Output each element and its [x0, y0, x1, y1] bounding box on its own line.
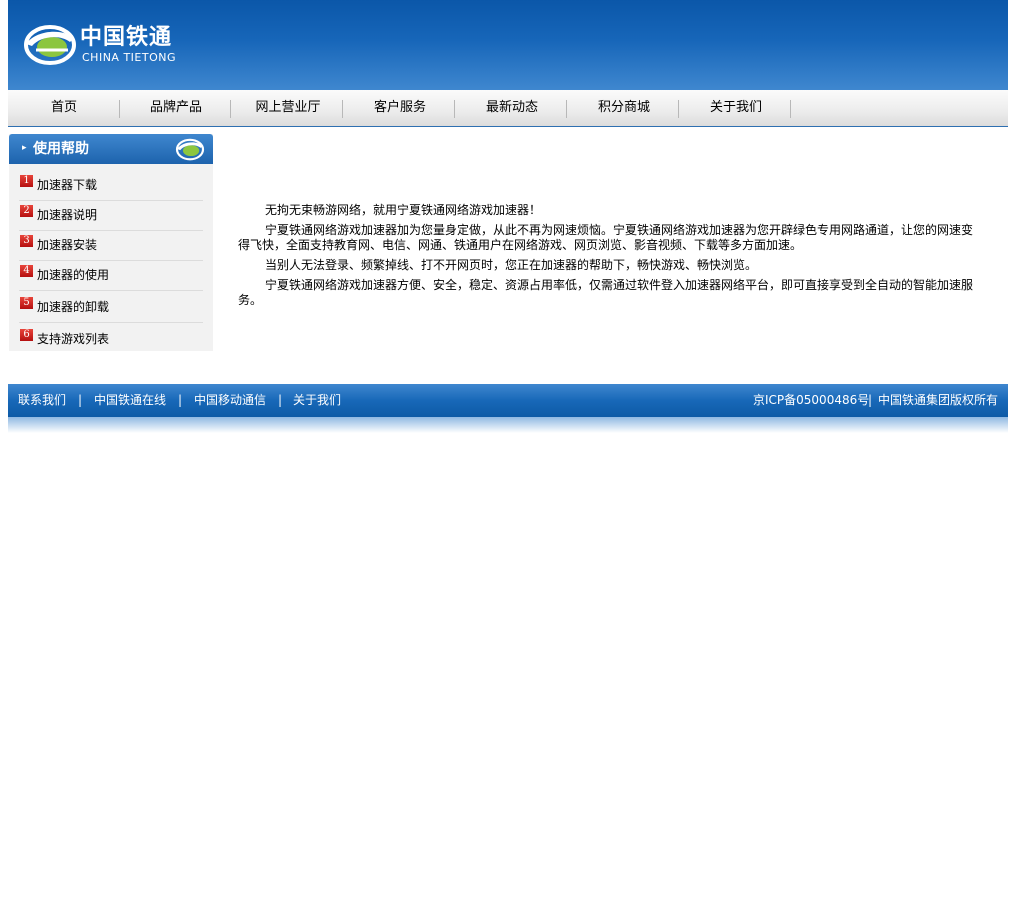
sidebar-item-label: 加速器下载 [37, 178, 98, 192]
sidebar-item-game-list[interactable]: 6 支持游戏列表 [19, 324, 203, 354]
site-header: 中国铁通 CHINA TIETONG [8, 0, 1008, 90]
nav-item-products[interactable]: 品牌产品 [120, 90, 232, 126]
sidebar-header: ▸ 使用帮助 [9, 134, 213, 164]
nav-item-about-us[interactable]: 关于我们 [680, 90, 792, 126]
sidebar-title: 使用帮助 [33, 141, 89, 157]
nav-item-customer-service[interactable]: 客户服务 [344, 90, 456, 126]
sidebar-item-label: 加速器的使用 [37, 268, 110, 282]
content-paragraph: 当别人无法登录、频繁掉线、打不开网页时，您正在加速器的帮助下，畅快游戏、畅快浏览… [265, 258, 758, 272]
sidebar-item-label: 加速器的卸载 [37, 300, 110, 314]
sidebar-item-download[interactable]: 1 加速器下载 [19, 170, 203, 201]
main-nav: 首页 品牌产品 网上营业厅 客户服务 最新动态 积分商城 关于我们 [8, 90, 1008, 127]
logo-text-cn: 中国铁通 [80, 25, 173, 50]
number-badge: 2 [20, 205, 33, 217]
sidebar-item-description[interactable]: 2 加速器说明 [19, 200, 203, 231]
sidebar-item-label: 加速器安装 [37, 238, 98, 252]
footer-link-tietong-online[interactable]: 中国铁通在线 [94, 393, 166, 408]
footer-link-contact[interactable]: 联系我们 [18, 393, 66, 408]
number-badge: 6 [20, 329, 33, 341]
content-paragraph: 宁夏铁通网络游戏加速器加为您量身定做，从此不再为网速烦恼。宁夏铁通网络游戏加速器… [238, 223, 974, 252]
number-badge: 4 [20, 265, 33, 277]
help-sidebar: ▸ 使用帮助 1 加速器下载 2 加速器说明 3 加速器安装 4 加速器的使用 … [9, 134, 213, 351]
arrow-right-icon: ▸ [22, 143, 27, 153]
sidebar-item-uninstall[interactable]: 5 加速器的卸载 [19, 292, 203, 323]
nav-item-points-mall[interactable]: 积分商城 [568, 90, 680, 126]
nav-divider [790, 100, 791, 118]
content-paragraph: 宁夏铁通网络游戏加速器方便、安全，稳定、资源占用率低，仅需通过软件登入加速器网络… [238, 278, 974, 307]
nav-divider [566, 100, 567, 118]
nav-divider [454, 100, 455, 118]
sidebar-item-label: 加速器说明 [37, 208, 98, 222]
page-wrapper: 中国铁通 CHINA TIETONG 首页 品牌产品 网上营业厅 客户服务 最新… [8, 0, 1008, 127]
icp-number: 京ICP备05000486号 [753, 393, 870, 407]
footer-fade [8, 417, 1008, 433]
main-content: 无拘无束畅游网络，就用宁夏铁通网络游戏加速器！ 宁夏铁通网络游戏加速器加为您量身… [238, 203, 982, 313]
footer-separator: | [278, 393, 283, 407]
sidebar-item-usage[interactable]: 4 加速器的使用 [19, 260, 203, 291]
copyright-text: 中国铁通集团版权所有 [878, 393, 999, 407]
footer-link-about[interactable]: 关于我们 [293, 393, 341, 408]
nav-item-online-hall[interactable]: 网上营业厅 [232, 90, 344, 126]
footer-separator: | [178, 393, 183, 407]
number-badge: 3 [20, 235, 33, 247]
nav-item-home[interactable]: 首页 [8, 90, 120, 126]
logo-text-en: CHINA TIETONG [82, 51, 176, 64]
footer-separator: | [78, 393, 83, 407]
footer-separator: | [868, 393, 873, 407]
china-tietong-logo-icon [175, 138, 205, 161]
site-footer: 联系我们 | 中国铁通在线 | 中国移动通信 | 关于我们 京ICP备05000… [8, 384, 1008, 417]
nav-item-news[interactable]: 最新动态 [456, 90, 568, 126]
nav-divider [678, 100, 679, 118]
sidebar-item-label: 支持游戏列表 [37, 332, 110, 346]
sidebar-item-install[interactable]: 3 加速器安装 [19, 230, 203, 261]
china-tietong-logo-icon [24, 25, 76, 65]
content-paragraph: 无拘无束畅游网络，就用宁夏铁通网络游戏加速器！ [265, 203, 542, 217]
number-badge: 1 [20, 175, 33, 187]
number-badge: 5 [20, 297, 33, 309]
footer-link-china-mobile[interactable]: 中国移动通信 [194, 393, 266, 408]
site-logo[interactable]: 中国铁通 CHINA TIETONG [22, 20, 192, 68]
nav-divider [230, 100, 231, 118]
nav-divider [342, 100, 343, 118]
